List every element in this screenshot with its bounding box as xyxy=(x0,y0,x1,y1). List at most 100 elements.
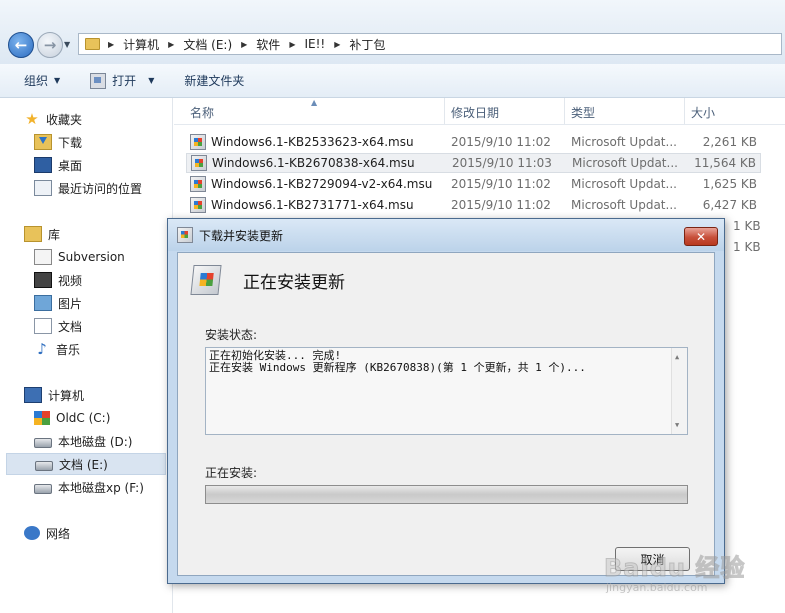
nav-videos[interactable]: 视频 xyxy=(34,269,164,291)
nav-drive-f[interactable]: 本地磁盘xp (F:) xyxy=(34,476,164,498)
chevron-right-icon[interactable]: ▶ xyxy=(289,40,295,49)
computer-icon xyxy=(24,387,42,403)
nav-favorites[interactable]: ★ 收藏夹 xyxy=(24,108,164,130)
column-date[interactable]: 修改日期 xyxy=(451,104,499,121)
column-size[interactable]: 大小 xyxy=(691,104,715,121)
msu-file-icon xyxy=(190,134,206,150)
nav-label: 桌面 xyxy=(58,158,83,173)
nav-subversion[interactable]: Subversion xyxy=(34,246,164,268)
nav-documents[interactable]: 文档 xyxy=(34,315,164,337)
column-name[interactable]: 名称 xyxy=(190,104,214,121)
status-line: 正在安装 Windows 更新程序 (KB2670838)(第 1 个更新，共 … xyxy=(209,361,586,374)
dialog-titlebar[interactable]: 下载并安装更新 ✕ xyxy=(168,219,724,251)
address-field[interactable]: ▶ 计算机 ▶ 文档 (E:) ▶ 软件 ▶ IE!! ▶ 补丁包 xyxy=(78,33,782,55)
file-type: Microsoft Updat... xyxy=(571,198,677,212)
column-type[interactable]: 类型 xyxy=(571,104,595,121)
windows-drive-icon xyxy=(34,411,50,425)
file-name: Windows6.1-KB2729094-v2-x64.msu xyxy=(211,177,433,191)
nav-label: 视频 xyxy=(58,273,83,288)
breadcrumb-patches[interactable]: 补丁包 xyxy=(349,36,385,53)
chevron-right-icon[interactable]: ▶ xyxy=(168,40,174,49)
file-row[interactable]: Windows6.1-KB2729094-v2-x64.msu 2015/9/1… xyxy=(186,174,761,194)
file-type: Microsoft Updat... xyxy=(571,177,677,191)
chevron-right-icon[interactable]: ▶ xyxy=(334,40,340,49)
windows-update-icon xyxy=(190,265,222,295)
close-button[interactable]: ✕ xyxy=(684,227,718,246)
nav-label: 库 xyxy=(48,227,61,242)
file-name: Windows6.1-KB2670838-x64.msu xyxy=(212,156,415,170)
msu-file-icon xyxy=(190,176,206,192)
scroll-up-icon[interactable]: ▲ xyxy=(675,351,679,363)
open-icon xyxy=(90,72,107,89)
file-name: Windows6.1-KB2731771-x64.msu xyxy=(211,198,414,212)
column-divider[interactable] xyxy=(444,98,445,124)
scroll-down-icon[interactable]: ▼ xyxy=(675,419,679,431)
file-size: 11,564 KB xyxy=(694,156,756,170)
nav-downloads[interactable]: 下载 xyxy=(34,131,164,153)
open-label: 打开 xyxy=(112,74,137,88)
chevron-right-icon[interactable]: ▶ xyxy=(241,40,247,49)
nav-computer[interactable]: 计算机 xyxy=(24,384,164,406)
navigation-pane: ★ 收藏夹 下载 桌面 最近访问的位置 库 Subversion 视频 图片 文… xyxy=(0,98,173,613)
status-textbox[interactable]: 正在初始化安装... 完成! 正在安装 Windows 更新程序 (KB2670… xyxy=(205,347,688,435)
nav-pictures[interactable]: 图片 xyxy=(34,292,164,314)
vertical-scrollbar[interactable]: ▲ ▼ xyxy=(671,348,687,434)
new-folder-label: 新建文件夹 xyxy=(184,74,245,88)
nav-drive-c[interactable]: OldC (C:) xyxy=(34,407,164,429)
folder-icon xyxy=(85,38,100,50)
baidu-watermark: Baidu 经验 jingyan.baidu.com xyxy=(603,548,784,608)
msu-file-icon xyxy=(190,197,206,213)
column-divider[interactable] xyxy=(684,98,685,124)
breadcrumb-drive-e[interactable]: 文档 (E:) xyxy=(183,36,232,53)
file-row[interactable]: Windows6.1-KB2670838-x64.msu 2015/9/10 1… xyxy=(186,153,761,173)
nav-network[interactable]: 网络 xyxy=(24,522,164,544)
drive-icon xyxy=(35,461,53,471)
nav-recent-places[interactable]: 最近访问的位置 xyxy=(34,177,164,199)
nav-label: 最近访问的位置 xyxy=(58,181,143,196)
nav-drive-d[interactable]: 本地磁盘 (D:) xyxy=(34,430,164,452)
breadcrumb-computer[interactable]: 计算机 xyxy=(123,36,159,53)
video-icon xyxy=(34,272,52,288)
arrow-left-icon: ← xyxy=(14,36,28,54)
dialog-body: 正在安装更新 安装状态: 正在初始化安装... 完成! 正在安装 Windows… xyxy=(177,252,715,576)
sort-ascending-icon: ▲ xyxy=(311,98,318,107)
libraries-icon xyxy=(24,226,42,242)
breadcrumb-software[interactable]: 软件 xyxy=(256,36,280,53)
windows-update-icon xyxy=(177,227,193,243)
file-row[interactable]: Windows6.1-KB2533623-x64.msu 2015/9/10 1… xyxy=(186,132,761,152)
nav-libraries[interactable]: 库 xyxy=(24,223,164,245)
close-icon: ✕ xyxy=(695,229,707,244)
nav-music[interactable]: ♪ 音乐 xyxy=(34,338,164,360)
subversion-icon xyxy=(34,249,52,265)
file-size: 2,261 KB xyxy=(702,135,757,149)
nav-label: 本地磁盘xp (F:) xyxy=(58,480,144,495)
nav-label: 计算机 xyxy=(48,388,85,403)
file-date: 2015/9/10 11:02 xyxy=(451,177,551,191)
nav-label: 图片 xyxy=(58,296,83,311)
nav-label: 音乐 xyxy=(56,342,81,357)
file-type: Microsoft Updat... xyxy=(571,135,677,149)
column-divider[interactable] xyxy=(564,98,565,124)
forward-button[interactable]: → xyxy=(37,32,63,58)
breadcrumb-ie[interactable]: IE!! xyxy=(304,37,325,51)
msu-file-icon xyxy=(191,155,207,171)
history-dropdown-icon[interactable]: ▼ xyxy=(64,40,70,49)
nav-label: 文档 (E:) xyxy=(59,457,108,472)
command-toolbar: 组织 ▼ 打开 ▼ 新建文件夹 xyxy=(0,64,785,98)
file-row[interactable]: Windows6.1-KB2731771-x64.msu 2015/9/10 1… xyxy=(186,195,761,215)
nav-label: 网络 xyxy=(46,526,71,541)
downloads-folder-icon xyxy=(34,134,52,150)
organize-button[interactable]: 组织 ▼ xyxy=(16,68,68,94)
nav-drive-e[interactable]: 文档 (E:) xyxy=(6,453,166,475)
chevron-down-icon: ▼ xyxy=(148,76,155,85)
nav-desktop[interactable]: 桌面 xyxy=(34,154,164,176)
recent-places-icon xyxy=(34,180,52,196)
open-button[interactable]: 打开 ▼ xyxy=(82,68,162,94)
back-button[interactable]: ← xyxy=(8,32,34,58)
chevron-right-icon[interactable]: ▶ xyxy=(108,40,114,49)
drive-icon xyxy=(34,438,52,448)
status-label: 安装状态: xyxy=(205,328,258,342)
new-folder-button[interactable]: 新建文件夹 xyxy=(176,68,252,94)
desktop-icon xyxy=(34,157,52,173)
nav-label: Subversion xyxy=(58,250,125,264)
